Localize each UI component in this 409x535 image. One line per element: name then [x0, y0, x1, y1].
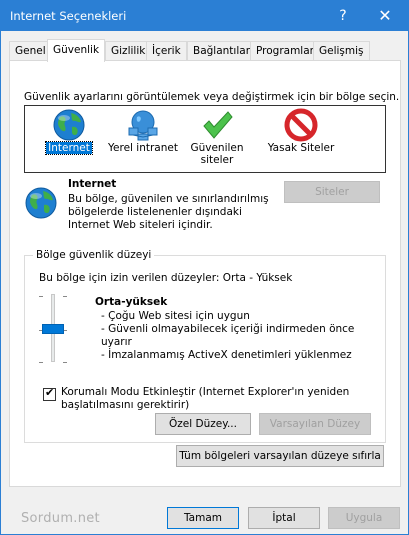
- zone-local-intranet[interactable]: Yerel intranet: [103, 108, 183, 170]
- zone-restricted-sites[interactable]: Yasak Siteler: [261, 108, 341, 170]
- zone-trusted-sites[interactable]: Güvenilen siteler: [177, 108, 257, 170]
- tab-strip: Genel Güvenlik Gizlilik İçerik Bağlantıl…: [9, 39, 401, 62]
- forbidden-icon: [284, 108, 318, 142]
- globe-icon: [53, 109, 85, 141]
- reset-all-zones-button[interactable]: Tüm bölgeleri varsayılan düzeye sıfırla: [176, 445, 384, 467]
- zone-list: Internet Yerel intranet Güvenilen sitele…: [24, 105, 386, 173]
- checkmark-icon: ✔: [45, 386, 55, 399]
- sites-button[interactable]: Siteler: [284, 181, 380, 203]
- security-level-slider[interactable]: [39, 292, 75, 366]
- zone-internet-label: Internet: [45, 141, 93, 155]
- tab-icerik[interactable]: İçerik: [146, 41, 187, 61]
- tab-gizlilik[interactable]: Gizlilik: [105, 41, 152, 61]
- network-icon: [128, 110, 158, 141]
- tab-gelismis[interactable]: Gelişmiş: [313, 41, 370, 61]
- default-level-button[interactable]: Varsayılan Düzey: [259, 413, 371, 435]
- window-title: Internet Seçenekleri: [10, 9, 127, 23]
- security-tab-panel: Güvenlik ayarlarını görüntülemek veya de…: [9, 60, 401, 487]
- check-icon: [203, 111, 233, 139]
- security-level-group: Bölge güvenlik düzeyi Bu bölge için izin…: [24, 249, 386, 443]
- tab-baglantilar[interactable]: Bağlantılar: [187, 41, 257, 61]
- custom-level-button[interactable]: Özel Düzey...: [155, 413, 251, 435]
- protected-mode-checkbox[interactable]: ✔: [43, 386, 56, 401]
- title-bar: Internet Seçenekleri ? ✕: [1, 1, 408, 31]
- level-bullet: - Güvenli olmayabilecek içeriği indirmed…: [101, 323, 355, 348]
- internet-options-window: Internet Seçenekleri ? ✕ Genel Güvenlik …: [0, 0, 409, 535]
- tab-guvenlik[interactable]: Güvenlik: [47, 39, 106, 62]
- security-level-title: Orta-yüksek: [95, 296, 168, 308]
- zone-restricted-sites-label: Yasak Siteler: [267, 142, 335, 154]
- level-bullet: - İmzalanmamış ActiveX denetimleri yükle…: [101, 349, 352, 361]
- selected-zone-title: Internet: [68, 178, 117, 190]
- slider-thumb[interactable]: [42, 324, 64, 334]
- zone-local-intranet-label: Yerel intranet: [108, 142, 178, 154]
- level-bullet: - Çoğu Web sitesi için uygun: [101, 310, 250, 322]
- selected-zone-description: Bu bölge, güvenilen ve sınırlandırılmış …: [68, 193, 269, 231]
- watermark: Sordum.net: [21, 511, 100, 526]
- ok-button[interactable]: Tamam: [167, 507, 239, 529]
- apply-button[interactable]: Uygula: [328, 507, 400, 529]
- tab-genel[interactable]: Genel: [9, 41, 52, 61]
- tab-programlar[interactable]: Programlar: [250, 41, 320, 61]
- allowed-levels-text: Bu bölge için izin verilen düzeyler: Ort…: [39, 272, 293, 284]
- security-level-legend: Bölge güvenlik düzeyi: [33, 249, 155, 261]
- zone-prompt: Güvenlik ayarlarını görüntülemek veya de…: [24, 91, 400, 103]
- close-button[interactable]: ✕: [365, 1, 405, 31]
- selected-zone-globe-icon: [25, 187, 57, 219]
- security-level-bullets: - Çoğu Web sitesi için uygun - Güvenli o…: [101, 310, 385, 362]
- zone-internet[interactable]: Internet: [29, 108, 109, 170]
- cancel-button[interactable]: İptal: [248, 507, 320, 529]
- help-button[interactable]: ?: [323, 1, 363, 31]
- protected-mode-label[interactable]: Korumalı Modu Etkinleştir (Internet Expl…: [61, 386, 371, 412]
- zone-trusted-sites-label: Güvenilen siteler: [190, 142, 244, 166]
